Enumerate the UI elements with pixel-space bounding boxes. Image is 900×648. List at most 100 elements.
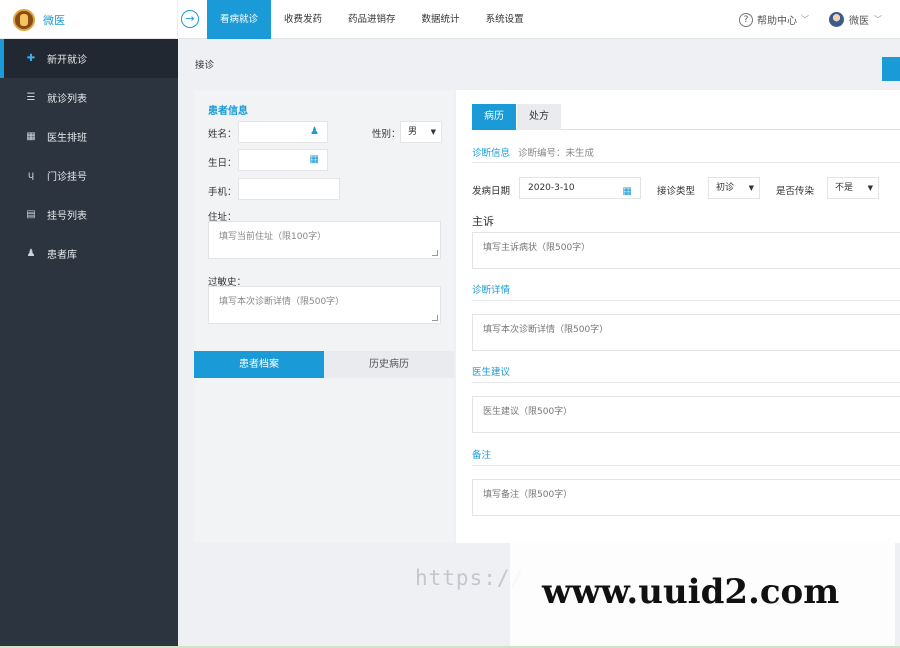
chevron-down-icon: ﹀ (801, 15, 809, 24)
note-placeholder: 填写备注（限500字） (483, 490, 573, 500)
contagious-select[interactable]: 不是 ▼ (827, 177, 879, 199)
divider (472, 300, 900, 301)
nav-item-consult[interactable]: 看病就诊 (207, 0, 272, 39)
gender-select[interactable]: 男 ▼ (400, 121, 442, 143)
sidebar-item-register-list[interactable]: ▤ 挂号列表 (0, 195, 178, 234)
action-button[interactable] (882, 57, 900, 81)
nav-item-settings[interactable]: 系统设置 (473, 0, 537, 39)
birthday-label: 生日： (208, 158, 237, 169)
sidebar-item-label: 患者库 (47, 250, 77, 261)
help-center-menu[interactable]: ? 帮助中心 ﹀ (739, 12, 809, 27)
address-placeholder: 填写当前住址（限100字） (219, 232, 327, 242)
logo-icon (13, 8, 35, 31)
complaint-title: 主诉 (472, 215, 494, 228)
gender-label: 性别： (372, 129, 401, 140)
diagnosis-detail-textarea[interactable]: 填写本次诊断详情（限500字） (472, 314, 900, 351)
sidebar-item-registration[interactable]: ɥ 门诊挂号 (0, 156, 178, 195)
gender-value: 男 (408, 127, 418, 137)
caret-down-icon: ▼ (430, 128, 436, 136)
collapse-sidebar-icon[interactable]: → (181, 10, 199, 28)
note-textarea[interactable]: 填写备注（限500字） (472, 479, 900, 516)
sidebar-item-label: 新开就诊 (47, 55, 87, 66)
note-title: 备注 (472, 450, 492, 461)
top-right-tools: ? 帮助中心 ﹀ 微医 ﹀ (739, 0, 882, 39)
calendar-icon: ▦ (309, 154, 319, 165)
nav-item-inventory[interactable]: 药品进销存 (335, 0, 409, 39)
sidebar-item-patients[interactable]: ♟ 患者库 (0, 234, 178, 273)
doctor-advice-title: 医生建议 (472, 367, 511, 378)
user-icon: ♟ (26, 248, 36, 259)
divider (472, 465, 900, 466)
caret-down-icon: ▼ (748, 184, 754, 192)
patient-info-panel: 患者信息 姓名： ♟ 性别： 男 ▼ 生日： ▦ 手机： 住址： 填写当前住址（… (194, 90, 454, 543)
divider (472, 382, 900, 383)
brand-name: 微医 (43, 13, 65, 27)
contagious-label: 是否传染 (776, 186, 815, 197)
doctor-advice-textarea[interactable]: 医生建议（限500字） (472, 396, 900, 433)
user-name: 微医 (849, 16, 869, 27)
register-list-icon: ▤ (26, 209, 36, 220)
complaint-placeholder: 填写主诉病状（限500字） (483, 243, 591, 253)
tab-history-records[interactable]: 历史病历 (324, 351, 454, 378)
visit-type-label: 接诊类型 (657, 186, 696, 197)
list-icon: ☰ (26, 92, 36, 103)
allergy-textarea[interactable]: 填写本次诊断详情（限500字） (208, 286, 441, 324)
question-icon: ? (739, 12, 753, 27)
visit-type-select[interactable]: 初诊 ▼ (708, 177, 760, 199)
breadcrumb: 接诊 (195, 60, 215, 71)
address-textarea[interactable]: 填写当前住址（限100字） (208, 221, 441, 259)
phone-input[interactable] (238, 178, 340, 200)
resize-handle-icon[interactable] (432, 315, 438, 321)
resize-handle-icon[interactable] (432, 250, 438, 256)
avatar (829, 12, 844, 27)
calendar-icon: ▦ (26, 131, 36, 142)
brand[interactable]: 微医 (0, 0, 178, 39)
sidebar-item-new-visit[interactable]: ✚ 新开就诊 (0, 39, 178, 78)
breadcrumb-bar: 接诊 (178, 39, 900, 89)
diagnosis-info-header: 诊断信息 诊断编号：未生成 (472, 145, 594, 159)
visit-type-value: 初诊 (716, 183, 735, 193)
diagnosis-detail-placeholder: 填写本次诊断详情（限500字） (483, 325, 609, 335)
caret-down-icon: ▼ (867, 184, 873, 192)
nav-item-billing[interactable]: 收费发药 (271, 0, 335, 39)
sidebar-item-label: 医生排班 (47, 133, 87, 144)
diagnosis-info-title: 诊断信息 (472, 148, 511, 159)
sidebar-item-label: 挂号列表 (47, 211, 87, 222)
divider (472, 162, 900, 163)
sidebar: ✚ 新开就诊 ☰ 就诊列表 ▦ 医生排班 ɥ 门诊挂号 ▤ 挂号列表 ♟ 患者库 (0, 39, 178, 648)
nav-item-statistics[interactable]: 数据统计 (409, 0, 473, 39)
chevron-down-icon: ﹀ (874, 15, 882, 24)
contagious-value: 不是 (835, 183, 854, 193)
stethoscope-icon: ɥ (27, 170, 35, 181)
watermark-site: www.uuid2.com (542, 572, 840, 612)
tab-patient-file[interactable]: 患者档案 (194, 351, 324, 378)
name-label: 姓名： (208, 129, 237, 140)
watermark-url: https:// (415, 566, 525, 590)
birthday-input[interactable]: ▦ (238, 149, 328, 171)
diagnosis-detail-title: 诊断详情 (472, 285, 511, 296)
help-center-label: 帮助中心 (757, 16, 797, 27)
name-input[interactable]: ♟ (238, 121, 328, 143)
patient-tabs: 患者档案 历史病历 (194, 351, 454, 378)
sidebar-item-schedule[interactable]: ▦ 医生排班 (0, 117, 178, 156)
top-bar: 微医 → 看病就诊 收费发药 药品进销存 数据统计 系统设置 ? 帮助中心 ﹀ … (0, 0, 900, 39)
section-title: 患者信息 (208, 106, 248, 117)
sidebar-item-label: 就诊列表 (47, 94, 87, 105)
complaint-textarea[interactable]: 填写主诉病状（限500字） (472, 232, 900, 269)
calendar-icon: ▦ (622, 186, 632, 197)
record-tabs: 病历 处方 (472, 104, 900, 130)
onset-date-input[interactable]: 2020-3-10 ▦ (519, 177, 641, 199)
user-menu[interactable]: 微医 ﹀ (829, 12, 882, 27)
tab-medical-record[interactable]: 病历 (472, 104, 516, 130)
phone-label: 手机： (208, 187, 237, 198)
onset-date-label: 发病日期 (472, 186, 511, 197)
medical-record-panel: 病历 处方 诊断信息 诊断编号：未生成 发病日期 2020-3-10 ▦ 接诊类型… (456, 90, 900, 543)
doctor-advice-placeholder: 医生建议（限500字） (483, 407, 573, 417)
sidebar-item-label: 门诊挂号 (47, 172, 87, 183)
sidebar-item-visit-list[interactable]: ☰ 就诊列表 (0, 78, 178, 117)
onset-date-value: 2020-3-10 (528, 183, 575, 193)
main-nav: 看病就诊 收费发药 药品进销存 数据统计 系统设置 (207, 0, 537, 39)
allergy-placeholder: 填写本次诊断详情（限500字） (219, 297, 345, 307)
medical-kit-icon: ✚ (26, 53, 36, 64)
tab-prescription[interactable]: 处方 (517, 104, 561, 130)
